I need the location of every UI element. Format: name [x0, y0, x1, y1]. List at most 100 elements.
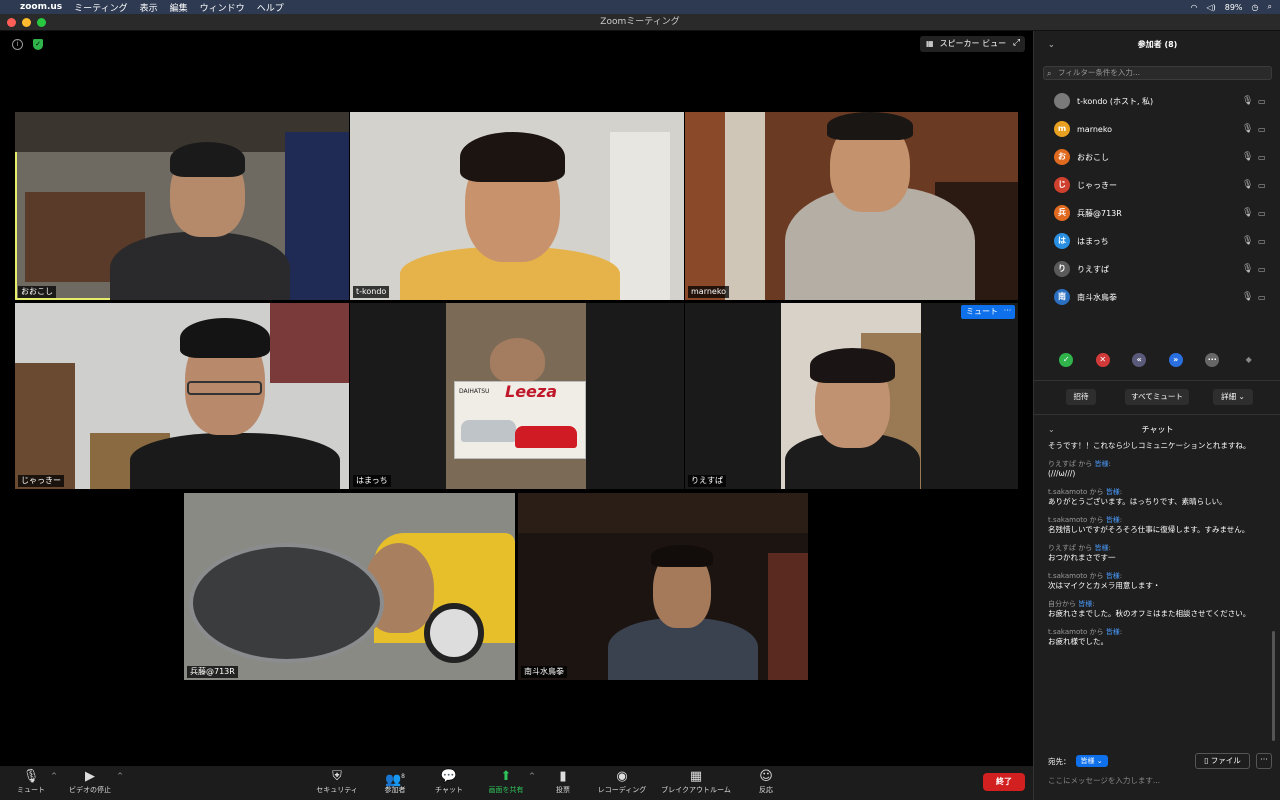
chevron-up-icon[interactable]: ^ [51, 772, 57, 780]
poll-button[interactable]: ▮ 投票 [552, 768, 574, 795]
invite-button[interactable]: 招待 [1066, 389, 1096, 405]
filter-placeholder: フィルター条件を入力... [1058, 68, 1141, 77]
video-tile-hyodo[interactable]: 兵藤@713R [184, 493, 515, 680]
record-button[interactable]: ◉ レコーディング [595, 768, 649, 795]
reactions-button[interactable]: ☺ 反応 [755, 768, 777, 795]
chat-input[interactable]: ここにメッセージを入力します... [1048, 775, 1160, 786]
video-camera-icon[interactable]: ▭ [1258, 97, 1266, 106]
faster-icon[interactable]: » [1168, 353, 1183, 367]
participants-count: 8 [401, 773, 405, 780]
yes-icon[interactable]: ✓ [1059, 353, 1074, 367]
battery-text[interactable]: 89% [1225, 3, 1243, 12]
chat-message: そうです！！これなら少しコミュニケーションとれますね。 [1048, 441, 1270, 451]
chevron-up-icon[interactable]: ^ [529, 772, 535, 780]
participants-icon: 👥8 [384, 772, 405, 788]
tile-mute-button[interactable]: ミュート [961, 305, 1003, 319]
security-button[interactable]: ⛨ セキュリティ [313, 768, 361, 795]
participant-item[interactable]: t-kondo (ホスト, 私) 🎙 ▭ [1034, 87, 1280, 115]
avatar: 南 [1054, 289, 1070, 305]
minimize-window-button[interactable] [22, 18, 31, 27]
participant-item[interactable]: 南 南斗水鳥拳 🎙 ▭ [1034, 283, 1280, 311]
chat-scrollbar[interactable] [1272, 631, 1275, 741]
fullscreen-icon[interactable]: ⤢ [1008, 36, 1025, 52]
microphone-icon[interactable]: 🎙 [1242, 208, 1253, 218]
search-icon: ⌕ [1047, 69, 1052, 78]
video-camera-icon[interactable]: ▭ [1258, 293, 1266, 302]
video-tile-jackie[interactable]: じゃっきー [15, 303, 349, 489]
eraser-icon[interactable]: ◆ [1242, 353, 1256, 367]
participant-item[interactable]: 兵 兵藤@713R 🎙 ▭ [1034, 199, 1280, 227]
participant-filter-input[interactable]: ⌕ フィルター条件を入力... [1043, 66, 1272, 80]
microphone-icon[interactable]: 🎙 [1242, 236, 1253, 246]
speaker-view-button[interactable]: ▦ スピーカー ビュー [920, 36, 1013, 52]
slower-icon[interactable]: « [1132, 353, 1147, 367]
microphone-icon[interactable]: 🎙 [1242, 124, 1253, 134]
volume-icon[interactable]: ◁) [1206, 3, 1215, 12]
share-screen-button[interactable]: ⬆ 画面を共有 ^ [486, 768, 536, 795]
zoom-window-button[interactable] [37, 18, 46, 27]
chat-button[interactable]: 💬 チャット [434, 768, 464, 795]
wifi-icon[interactable]: ◠ [1190, 3, 1197, 12]
clock-icon[interactable]: ◷ [1252, 3, 1259, 12]
microphone-icon[interactable]: 🎙 [1242, 152, 1253, 162]
participants-button[interactable]: 👥8 参加者 [380, 768, 410, 795]
chat-message: 自分から 皆様: お疲れさまでした。秋のオフミはまた相談させてください。 [1048, 599, 1270, 619]
video-camera-icon[interactable]: ▭ [1258, 237, 1266, 246]
microphone-icon[interactable]: 🎙 [1242, 264, 1253, 274]
chat-text: お疲れ様でした。 [1048, 637, 1108, 646]
participant-item[interactable]: じ じゃっきー 🎙 ▭ [1034, 171, 1280, 199]
menu-window[interactable]: ウィンドウ [200, 1, 245, 14]
video-camera-icon[interactable]: ▭ [1258, 153, 1266, 162]
video-tile-marneko[interactable]: marneko [685, 112, 1018, 300]
video-camera-icon[interactable]: ▭ [1258, 181, 1266, 190]
shield-icon[interactable]: ✓ [33, 39, 43, 50]
stop-video-button[interactable]: ▶ ビデオの停止 ^ [66, 768, 123, 795]
video-tile-riesupa[interactable]: りえすぱ [685, 303, 1018, 489]
search-icon[interactable]: ⌕ [1268, 2, 1272, 12]
mute-all-button[interactable]: すべてミュート [1125, 389, 1189, 405]
mute-button[interactable]: 🎙 ミュート ^ [14, 768, 57, 795]
tile-more-button[interactable]: ··· [1000, 305, 1015, 319]
chat-message: t.sakamoto から 皆様: 名残惜しいですがそろそろ仕事に復帰します。す… [1048, 515, 1270, 535]
menu-view[interactable]: 表示 [140, 1, 158, 14]
microphone-icon[interactable]: 🎙 [1242, 180, 1253, 190]
close-window-button[interactable] [7, 18, 16, 27]
video-tile-ookoshi[interactable]: おおこし [15, 112, 349, 300]
video-camera-icon[interactable]: ▭ [1258, 125, 1266, 134]
microphone-icon[interactable]: 🎙 [1242, 292, 1253, 302]
chat-text: (///ω///) [1048, 469, 1076, 478]
microphone-icon[interactable]: 🎙 [1242, 96, 1253, 106]
grid-icon: ▦ [689, 769, 703, 784]
more-options-button[interactable]: 詳細 ⌄ [1213, 389, 1253, 405]
video-tile-hamacchi[interactable]: DAIHATSU Leeza はまっち [350, 303, 684, 489]
participant-item[interactable]: は はまっち 🎙 ▭ [1034, 227, 1280, 255]
participant-item[interactable]: m marneko 🎙 ▭ [1034, 115, 1280, 143]
video-tile-t-kondo[interactable]: t-kondo [350, 112, 684, 300]
video-tile-nanto[interactable]: 南斗水鳥拳 [518, 493, 808, 680]
file-button[interactable]: ▯ ファイル [1195, 753, 1250, 769]
recipient-select[interactable]: 皆様 ⌄ [1075, 755, 1108, 767]
participant-item[interactable]: お おおこし 🎙 ▭ [1034, 143, 1280, 171]
menu-meeting[interactable]: ミーティング [74, 1, 127, 14]
menu-app-name[interactable]: zoom.us [20, 2, 62, 12]
breakout-rooms-button[interactable]: ▦ ブレイクアウトルーム [658, 768, 734, 795]
no-icon[interactable]: ✕ [1095, 353, 1110, 367]
chat-sender: t.sakamoto から [1048, 572, 1104, 580]
end-meeting-button[interactable]: 終了 [983, 773, 1025, 791]
chat-sender: t.sakamoto から [1048, 628, 1104, 636]
menu-edit[interactable]: 編集 [170, 1, 188, 14]
chevron-up-icon[interactable]: ^ [117, 772, 123, 780]
video-camera-icon[interactable]: ▭ [1258, 209, 1266, 218]
info-icon[interactable]: i [12, 39, 23, 50]
grid-icon: ▦ [926, 39, 934, 48]
video-camera-icon[interactable]: ▭ [1258, 265, 1266, 274]
chat-more-button[interactable]: ··· [1256, 753, 1272, 769]
chat-message-list[interactable]: そうです！！これなら少しコミュニケーションとれますね。 りえすぱ から 皆様: … [1048, 441, 1270, 741]
chevron-down-icon[interactable]: ⌄ [1048, 31, 1055, 59]
chat-sender: 自分から [1048, 600, 1076, 608]
chat-sender: t.sakamoto から [1048, 516, 1104, 524]
menu-help[interactable]: ヘルプ [257, 1, 284, 14]
participant-item[interactable]: り りえすぱ 🎙 ▭ [1034, 255, 1280, 283]
chevron-down-icon[interactable]: ⌄ [1048, 419, 1055, 441]
more-icon[interactable]: ··· [1205, 353, 1220, 367]
